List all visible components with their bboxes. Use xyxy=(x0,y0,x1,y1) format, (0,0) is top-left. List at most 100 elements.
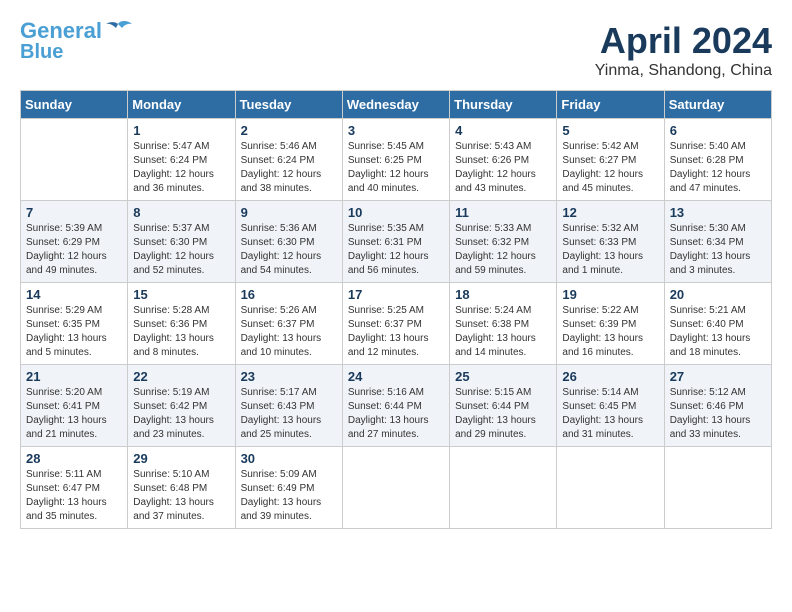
main-title: April 2024 xyxy=(595,20,772,62)
calendar-week-row: 14 Sunrise: 5:29 AM Sunset: 6:35 PM Dayli… xyxy=(21,283,772,365)
day-info: Sunrise: 5:33 AM Sunset: 6:32 PM Dayligh… xyxy=(455,222,551,278)
calendar-day-cell: 13 Sunrise: 5:30 AM Sunset: 6:34 PM Dayli… xyxy=(664,201,771,283)
header-row: SundayMondayTuesdayWednesdayThursdayFrid… xyxy=(21,91,772,119)
calendar-day-cell: 15 Sunrise: 5:28 AM Sunset: 6:36 PM Dayli… xyxy=(128,283,235,365)
calendar-week-row: 28 Sunrise: 5:11 AM Sunset: 6:47 PM Dayli… xyxy=(21,447,772,529)
calendar-day-cell: 7 Sunrise: 5:39 AM Sunset: 6:29 PM Daylig… xyxy=(21,201,128,283)
calendar-day-cell xyxy=(664,447,771,529)
day-info: Sunrise: 5:28 AM Sunset: 6:36 PM Dayligh… xyxy=(133,304,229,360)
day-info: Sunrise: 5:39 AM Sunset: 6:29 PM Dayligh… xyxy=(26,222,122,278)
day-number: 6 xyxy=(670,123,766,138)
day-info: Sunrise: 5:24 AM Sunset: 6:38 PM Dayligh… xyxy=(455,304,551,360)
calendar-day-cell: 4 Sunrise: 5:43 AM Sunset: 6:26 PM Daylig… xyxy=(450,119,557,201)
day-info: Sunrise: 5:29 AM Sunset: 6:35 PM Dayligh… xyxy=(26,304,122,360)
calendar-day-cell: 27 Sunrise: 5:12 AM Sunset: 6:46 PM Dayli… xyxy=(664,365,771,447)
calendar-day-cell: 9 Sunrise: 5:36 AM Sunset: 6:30 PM Daylig… xyxy=(235,201,342,283)
day-info: Sunrise: 5:47 AM Sunset: 6:24 PM Dayligh… xyxy=(133,140,229,196)
day-info: Sunrise: 5:09 AM Sunset: 6:49 PM Dayligh… xyxy=(241,468,337,524)
title-block: April 2024 Yinma, Shandong, China xyxy=(595,20,772,80)
calendar-day-cell: 8 Sunrise: 5:37 AM Sunset: 6:30 PM Daylig… xyxy=(128,201,235,283)
day-info: Sunrise: 5:16 AM Sunset: 6:44 PM Dayligh… xyxy=(348,386,444,442)
day-info: Sunrise: 5:37 AM Sunset: 6:30 PM Dayligh… xyxy=(133,222,229,278)
calendar-day-cell: 21Sunrise: 5:20 AM Sunset: 6:41 PM Dayli… xyxy=(21,365,128,447)
day-number: 1 xyxy=(133,123,229,138)
day-number: 13 xyxy=(670,205,766,220)
day-number: 22 xyxy=(133,369,229,384)
calendar-table: SundayMondayTuesdayWednesdayThursdayFrid… xyxy=(20,90,772,529)
day-number: 3 xyxy=(348,123,444,138)
day-header-saturday: Saturday xyxy=(664,91,771,119)
logo-bird-icon xyxy=(104,20,132,42)
logo: General Blue xyxy=(20,20,132,62)
day-number: 26 xyxy=(562,369,658,384)
calendar-day-cell: 2 Sunrise: 5:46 AM Sunset: 6:24 PM Daylig… xyxy=(235,119,342,201)
day-info: Sunrise: 5:40 AM Sunset: 6:28 PM Dayligh… xyxy=(670,140,766,196)
day-number: 8 xyxy=(133,205,229,220)
calendar-day-cell: 3 Sunrise: 5:45 AM Sunset: 6:25 PM Daylig… xyxy=(342,119,449,201)
calendar-header: SundayMondayTuesdayWednesdayThursdayFrid… xyxy=(21,91,772,119)
calendar-day-cell: 25 Sunrise: 5:15 AM Sunset: 6:44 PM Dayli… xyxy=(450,365,557,447)
day-info: Sunrise: 5:12 AM Sunset: 6:46 PM Dayligh… xyxy=(670,386,766,442)
calendar-day-cell: 5 Sunrise: 5:42 AM Sunset: 6:27 PM Daylig… xyxy=(557,119,664,201)
day-info: Sunrise: 5:26 AM Sunset: 6:37 PM Dayligh… xyxy=(241,304,337,360)
day-info: Sunrise: 5:25 AM Sunset: 6:37 PM Dayligh… xyxy=(348,304,444,360)
logo-blue-text: Blue xyxy=(20,42,63,62)
day-number: 5 xyxy=(562,123,658,138)
day-info: Sunrise: 5:30 AM Sunset: 6:34 PM Dayligh… xyxy=(670,222,766,278)
calendar-day-cell: 19Sunrise: 5:22 AM Sunset: 6:39 PM Dayli… xyxy=(557,283,664,365)
day-number: 28 xyxy=(26,451,122,466)
day-info: Sunrise: 5:35 AM Sunset: 6:31 PM Dayligh… xyxy=(348,222,444,278)
calendar-day-cell: 10Sunrise: 5:35 AM Sunset: 6:31 PM Dayli… xyxy=(342,201,449,283)
calendar-day-cell: 11Sunrise: 5:33 AM Sunset: 6:32 PM Dayli… xyxy=(450,201,557,283)
day-number: 12 xyxy=(562,205,658,220)
page-header: General Blue April 2024 Yinma, Shandong,… xyxy=(20,20,772,80)
day-number: 15 xyxy=(133,287,229,302)
calendar-day-cell: 14 Sunrise: 5:29 AM Sunset: 6:35 PM Dayli… xyxy=(21,283,128,365)
day-info: Sunrise: 5:17 AM Sunset: 6:43 PM Dayligh… xyxy=(241,386,337,442)
day-number: 14 xyxy=(26,287,122,302)
day-info: Sunrise: 5:19 AM Sunset: 6:42 PM Dayligh… xyxy=(133,386,229,442)
day-number: 17 xyxy=(348,287,444,302)
calendar-day-cell: 28 Sunrise: 5:11 AM Sunset: 6:47 PM Dayli… xyxy=(21,447,128,529)
day-number: 27 xyxy=(670,369,766,384)
day-info: Sunrise: 5:22 AM Sunset: 6:39 PM Dayligh… xyxy=(562,304,658,360)
calendar-day-cell xyxy=(342,447,449,529)
calendar-week-row: 1 Sunrise: 5:47 AM Sunset: 6:24 PM Daylig… xyxy=(21,119,772,201)
day-header-sunday: Sunday xyxy=(21,91,128,119)
day-header-wednesday: Wednesday xyxy=(342,91,449,119)
calendar-day-cell: 6 Sunrise: 5:40 AM Sunset: 6:28 PM Daylig… xyxy=(664,119,771,201)
logo-text: General xyxy=(20,20,102,42)
day-number: 30 xyxy=(241,451,337,466)
calendar-body: 1 Sunrise: 5:47 AM Sunset: 6:24 PM Daylig… xyxy=(21,119,772,529)
day-info: Sunrise: 5:45 AM Sunset: 6:25 PM Dayligh… xyxy=(348,140,444,196)
calendar-day-cell: 1 Sunrise: 5:47 AM Sunset: 6:24 PM Daylig… xyxy=(128,119,235,201)
day-info: Sunrise: 5:11 AM Sunset: 6:47 PM Dayligh… xyxy=(26,468,122,524)
day-info: Sunrise: 5:43 AM Sunset: 6:26 PM Dayligh… xyxy=(455,140,551,196)
calendar-day-cell xyxy=(21,119,128,201)
calendar-day-cell: 20Sunrise: 5:21 AM Sunset: 6:40 PM Dayli… xyxy=(664,283,771,365)
calendar-day-cell: 23 Sunrise: 5:17 AM Sunset: 6:43 PM Dayli… xyxy=(235,365,342,447)
calendar-day-cell: 18Sunrise: 5:24 AM Sunset: 6:38 PM Dayli… xyxy=(450,283,557,365)
day-number: 7 xyxy=(26,205,122,220)
day-header-thursday: Thursday xyxy=(450,91,557,119)
day-number: 2 xyxy=(241,123,337,138)
calendar-day-cell: 12Sunrise: 5:32 AM Sunset: 6:33 PM Dayli… xyxy=(557,201,664,283)
calendar-day-cell: 24 Sunrise: 5:16 AM Sunset: 6:44 PM Dayli… xyxy=(342,365,449,447)
day-info: Sunrise: 5:46 AM Sunset: 6:24 PM Dayligh… xyxy=(241,140,337,196)
calendar-day-cell: 22 Sunrise: 5:19 AM Sunset: 6:42 PM Dayli… xyxy=(128,365,235,447)
day-info: Sunrise: 5:36 AM Sunset: 6:30 PM Dayligh… xyxy=(241,222,337,278)
day-header-friday: Friday xyxy=(557,91,664,119)
day-info: Sunrise: 5:42 AM Sunset: 6:27 PM Dayligh… xyxy=(562,140,658,196)
day-number: 25 xyxy=(455,369,551,384)
day-number: 4 xyxy=(455,123,551,138)
day-number: 9 xyxy=(241,205,337,220)
day-header-monday: Monday xyxy=(128,91,235,119)
calendar-day-cell: 26Sunrise: 5:14 AM Sunset: 6:45 PM Dayli… xyxy=(557,365,664,447)
day-number: 24 xyxy=(348,369,444,384)
day-info: Sunrise: 5:21 AM Sunset: 6:40 PM Dayligh… xyxy=(670,304,766,360)
calendar-week-row: 7 Sunrise: 5:39 AM Sunset: 6:29 PM Daylig… xyxy=(21,201,772,283)
day-info: Sunrise: 5:20 AM Sunset: 6:41 PM Dayligh… xyxy=(26,386,122,442)
day-number: 23 xyxy=(241,369,337,384)
day-number: 29 xyxy=(133,451,229,466)
day-info: Sunrise: 5:15 AM Sunset: 6:44 PM Dayligh… xyxy=(455,386,551,442)
